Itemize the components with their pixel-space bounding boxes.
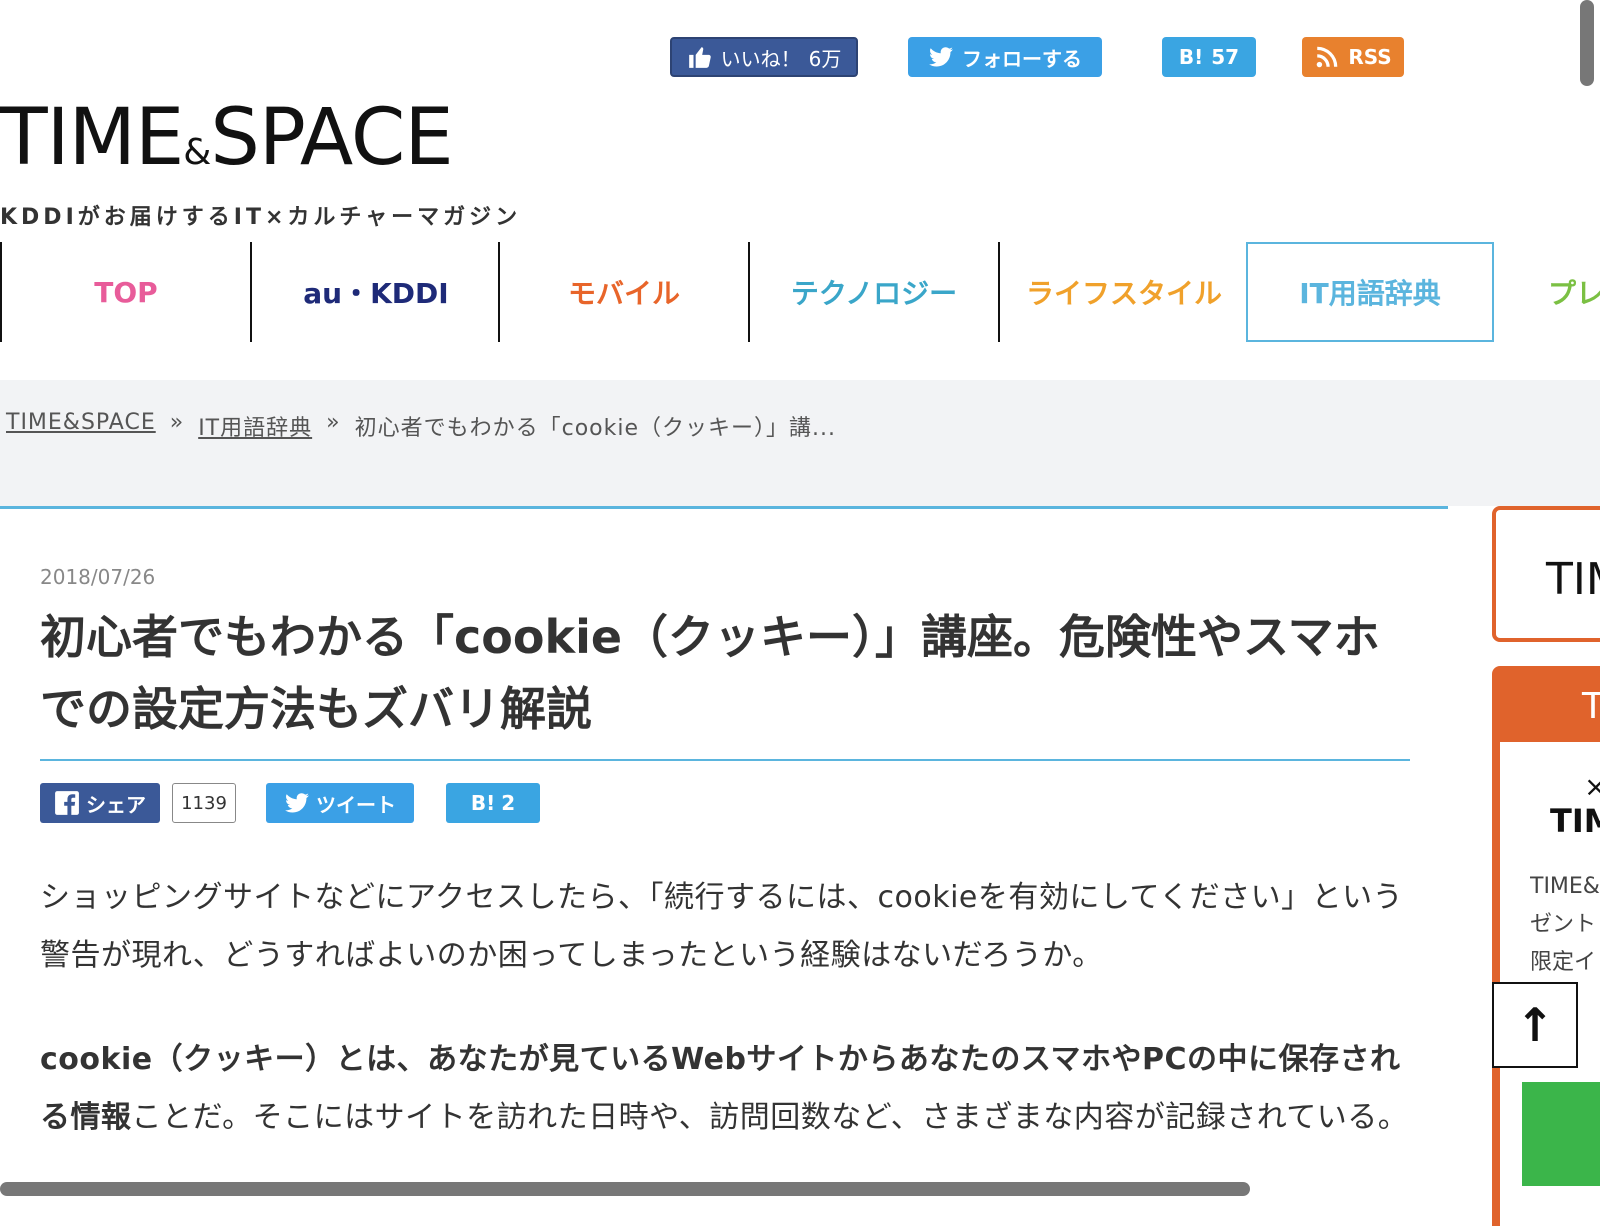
article: 2018/07/26 初心者でもわかる「cookie（クッキー）」講座。危険性や… xyxy=(0,506,1448,1229)
scroll-to-top-button[interactable]: ↑ xyxy=(1492,982,1578,1068)
nav-item-lifestyle[interactable]: ライフスタイル xyxy=(1000,242,1248,342)
nav-label: au・KDDI xyxy=(303,277,449,310)
rss-label: RSS xyxy=(1348,45,1392,69)
fb-like-count: 6万 xyxy=(808,46,842,71)
nav-item-technology[interactable]: テクノロジー xyxy=(750,242,998,342)
hatena-icon: B! xyxy=(470,791,496,815)
twitter-bird-icon xyxy=(285,793,309,813)
nav-item-present[interactable]: プレ xyxy=(1494,242,1600,342)
fb-like-label: いいね！ xyxy=(720,46,801,71)
rss-icon xyxy=(1317,46,1338,68)
facebook-share-button[interactable]: シェア xyxy=(40,783,160,823)
logo-wordmark: TIME&SPACE xyxy=(0,93,454,183)
twitter-bird-icon xyxy=(929,47,953,67)
breadcrumb-band xyxy=(0,380,1600,506)
nav-label: TOP xyxy=(94,275,158,309)
nav-item-au-kddi[interactable]: au・KDDI xyxy=(252,242,500,342)
sidebar-widget: T × TIM TIME& ゼント 限定イ が xyxy=(1492,666,1600,1226)
sidebar-widget-header: T xyxy=(1582,686,1600,727)
main-nav: TOP au・KDDI モバイル テクノロジー ライフスタイル IT用語辞典 プ… xyxy=(0,242,1600,342)
hatena-icon: B! xyxy=(1178,45,1204,69)
nav-label: ライフスタイル xyxy=(1025,277,1222,310)
article-paragraph: ショッピングサイトなどにアクセスしたら、「続行するには、cookieを有効にして… xyxy=(40,880,1404,973)
breadcrumb-home-link[interactable]: TIME&SPACE xyxy=(6,410,156,442)
tw-follow-label: フォローする xyxy=(962,46,1082,71)
article-title: 初心者でもわかる「cookie（クッキー）」講座。危険性やスマホでの設定方法もズ… xyxy=(40,610,1380,736)
fb-share-label: シェア xyxy=(86,792,146,817)
rss-button[interactable]: RSS xyxy=(1302,37,1404,77)
twitter-follow-button[interactable]: フォローする xyxy=(908,37,1102,77)
hatena-share-count: 2 xyxy=(501,791,516,815)
logo-tagline: KDDIがお届けするIT×カルチャーマガジン xyxy=(0,205,522,230)
breadcrumb-category-link[interactable]: IT用語辞典 xyxy=(198,410,312,442)
nav-item-mobile[interactable]: モバイル xyxy=(500,242,748,342)
hatena-share-button[interactable]: B! 2 xyxy=(446,783,540,823)
facebook-like-button[interactable]: いいね！ 6万 xyxy=(670,37,858,77)
breadcrumb: TIME&SPACE » IT用語辞典 » 初心者でもわかる「cookie（クッ… xyxy=(6,410,836,442)
sidebar-green-button[interactable] xyxy=(1522,1082,1600,1186)
facebook-icon xyxy=(55,791,79,816)
paragraph-text: ことだ。そこにはサイトを訪れた日時や、訪問回数など、さまざまな内容が記録されてい… xyxy=(131,1100,1409,1135)
breadcrumb-separator: » xyxy=(326,410,341,435)
breadcrumb-separator: » xyxy=(169,410,185,435)
nav-label: テクノロジー xyxy=(790,277,958,310)
horizontal-scrollbar[interactable] xyxy=(0,1182,1250,1196)
breadcrumb-current: 初心者でもわかる「cookie（クッキー）」講... xyxy=(354,416,836,441)
arrow-up-icon: ↑ xyxy=(1515,998,1555,1052)
sidebar-widget-title: TIM xyxy=(1550,802,1600,840)
fb-share-count: 1139 xyxy=(172,783,236,823)
sidebar-banner[interactable]: TIM xyxy=(1492,506,1600,642)
nav-item-top[interactable]: TOP xyxy=(2,242,250,342)
nav-label: モバイル xyxy=(567,277,680,310)
sidebar-banner-text: TIM xyxy=(1546,554,1600,605)
nav-label: IT用語辞典 xyxy=(1299,277,1441,310)
article-paragraph: cookie（クッキー）とは、あなたが見ているWebサイトからあなたのスマホやP… xyxy=(40,1031,1410,1147)
sidebar-x-mark: × xyxy=(1584,770,1600,803)
nav-label: プレ xyxy=(1548,277,1600,310)
nav-item-it-dictionary[interactable]: IT用語辞典 xyxy=(1246,242,1494,342)
vertical-scrollbar[interactable] xyxy=(1580,0,1594,86)
hatena-count: 57 xyxy=(1211,45,1240,69)
twitter-tweet-button[interactable]: ツイート xyxy=(266,783,414,823)
title-divider xyxy=(40,759,1410,761)
thumbs-up-icon xyxy=(688,47,711,68)
tweet-label: ツイート xyxy=(316,792,396,817)
article-date: 2018/07/26 xyxy=(40,565,156,589)
social-bar: いいね！ 6万 フォローする B! 57 RSS xyxy=(0,0,1600,80)
hatena-bookmark-button[interactable]: B! 57 xyxy=(1162,37,1256,77)
site-logo[interactable]: TIME&SPACE KDDIがお届けするIT×カルチャーマガジン xyxy=(0,98,521,231)
